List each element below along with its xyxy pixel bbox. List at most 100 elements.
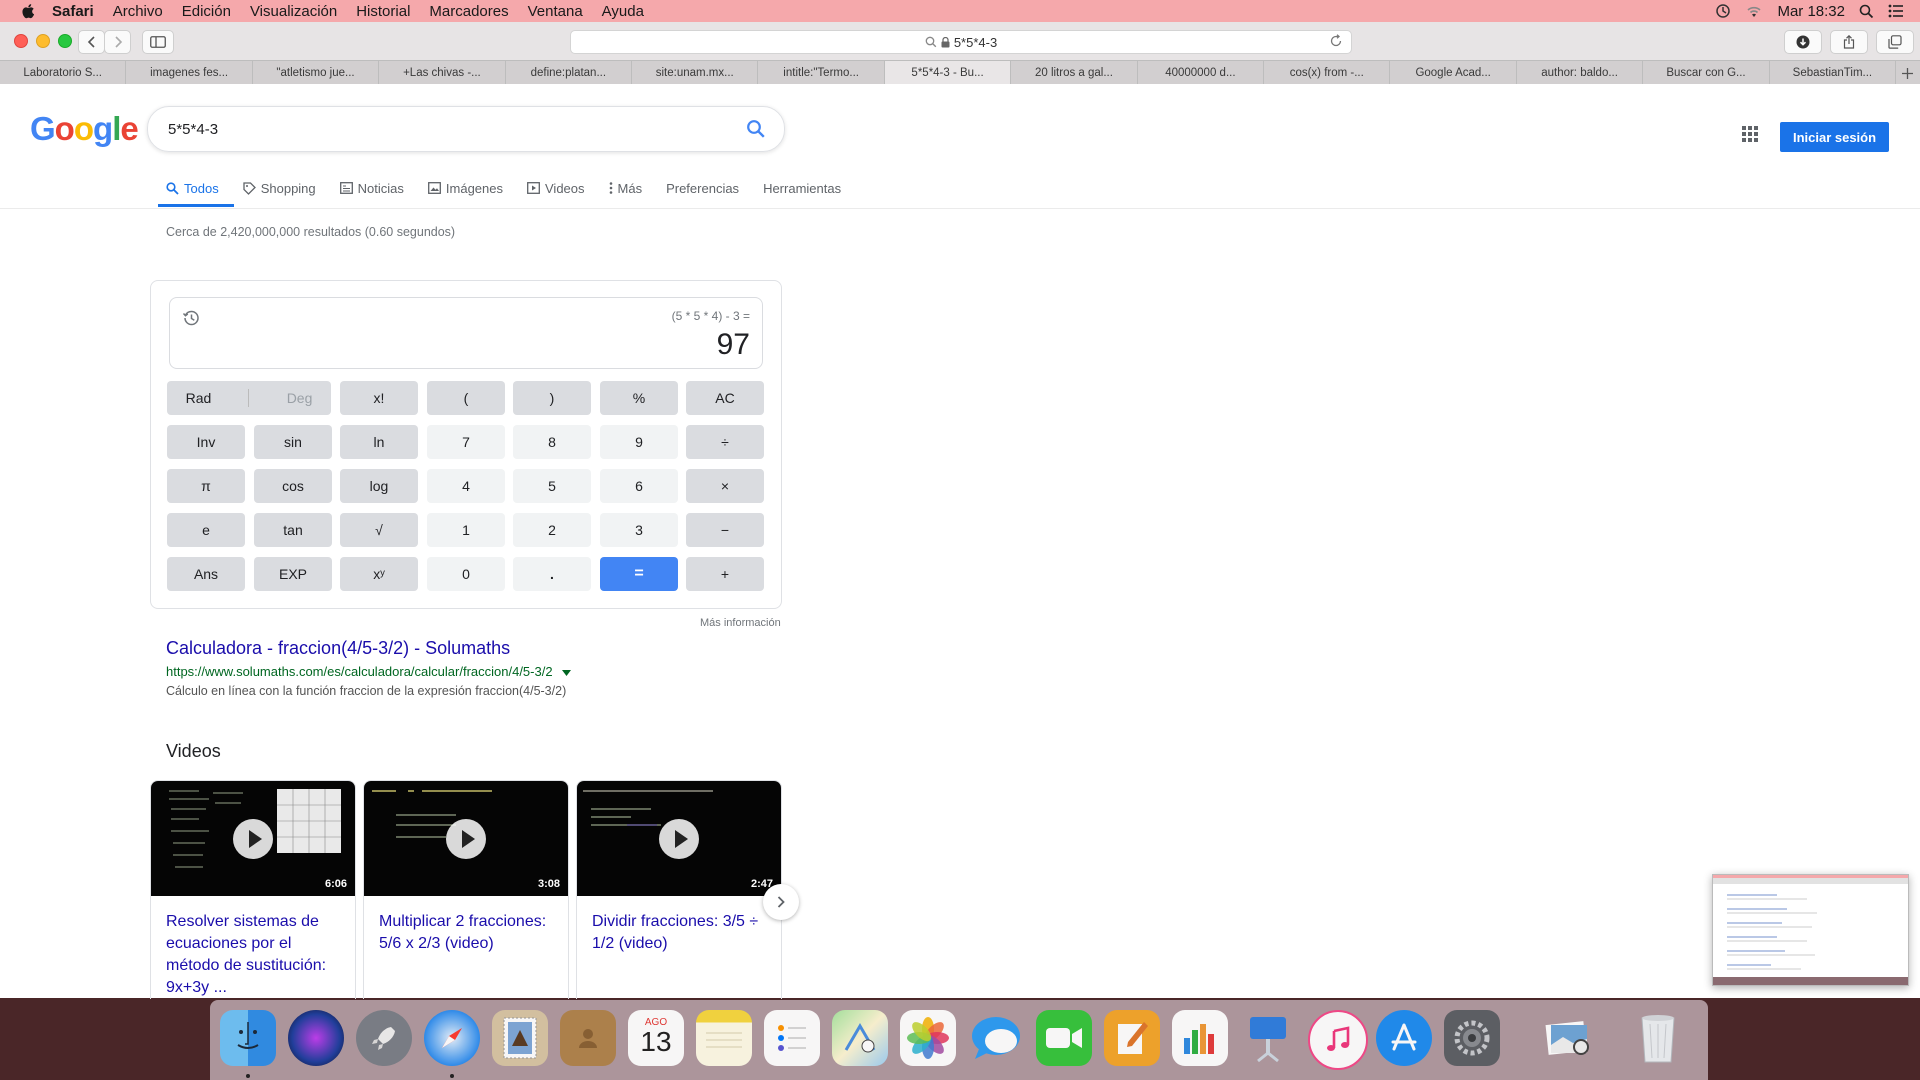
history-icon[interactable] (181, 308, 201, 328)
menu-ventana[interactable]: Ventana (528, 3, 583, 20)
search-box[interactable]: 5*5*4-3 (147, 106, 785, 152)
tab-preferencias[interactable]: Preferencias (666, 176, 739, 200)
key-all-clear[interactable]: AC (686, 381, 764, 415)
play-button-icon[interactable] (233, 819, 273, 859)
tab-noticias[interactable]: Noticias (339, 176, 404, 200)
app-store-icon[interactable] (1376, 1010, 1432, 1066)
apps-grid-icon[interactable] (1742, 126, 1758, 142)
numbers-icon[interactable] (1172, 1010, 1228, 1066)
browser-tab[interactable]: "atletismo jue... (253, 61, 380, 85)
key-cos[interactable]: cos (254, 469, 332, 503)
finder-icon[interactable] (220, 1010, 276, 1066)
calendar-icon[interactable]: AGO 13 (628, 1010, 684, 1066)
deg-option[interactable]: Deg (287, 390, 313, 406)
downloads-button[interactable] (1784, 30, 1822, 54)
tab-videos[interactable]: Videos (527, 176, 585, 200)
facetime-icon[interactable] (1036, 1010, 1092, 1066)
key-tan[interactable]: tan (254, 513, 332, 547)
key-ln[interactable]: ln (340, 425, 418, 459)
key-log[interactable]: log (340, 469, 418, 503)
key-sqrt[interactable]: √ (340, 513, 418, 547)
key-decimal[interactable]: . (513, 557, 591, 591)
key-sin[interactable]: sin (254, 425, 332, 459)
key-open-paren[interactable]: ( (427, 381, 505, 415)
browser-tab[interactable]: define:platan... (506, 61, 633, 85)
search-input[interactable]: 5*5*4-3 (168, 121, 218, 138)
key-2[interactable]: 2 (513, 513, 591, 547)
browser-tab[interactable]: 40000000 d... (1138, 61, 1265, 85)
messages-icon[interactable] (968, 1010, 1024, 1066)
browser-tab[interactable]: imagenes fes... (126, 61, 253, 85)
key-8[interactable]: 8 (513, 425, 591, 459)
key-pi[interactable]: π (167, 469, 245, 503)
tab-herramientas[interactable]: Herramientas (763, 176, 841, 200)
video-thumbnail[interactable]: 2:47 (577, 781, 781, 896)
tab-shopping[interactable]: Shopping (243, 176, 316, 200)
reminders-icon[interactable] (764, 1010, 820, 1066)
key-multiply[interactable]: × (686, 469, 764, 503)
notification-center-icon[interactable] (1888, 4, 1904, 18)
pages-icon[interactable] (1104, 1010, 1160, 1066)
key-0[interactable]: 0 (427, 557, 505, 591)
keynote-icon[interactable] (1240, 1010, 1296, 1066)
browser-tab[interactable]: intitle:"Termo... (758, 61, 885, 85)
google-logo[interactable]: Google (30, 110, 139, 148)
sidebar-toggle-button[interactable] (142, 30, 174, 54)
carousel-next-button[interactable] (763, 884, 799, 920)
notes-icon[interactable] (696, 1010, 752, 1066)
key-equals[interactable]: = (600, 557, 678, 591)
browser-tab[interactable]: Google Acad... (1390, 61, 1517, 85)
play-button-icon[interactable] (659, 819, 699, 859)
menu-visualizacion[interactable]: Visualización (250, 3, 337, 20)
tab-todos[interactable]: Todos (166, 176, 219, 200)
minimize-window-button[interactable] (36, 34, 50, 48)
safari-icon[interactable] (424, 1010, 480, 1066)
video-thumbnail[interactable]: 6:06 (151, 781, 355, 896)
launchpad-icon[interactable] (356, 1010, 412, 1066)
sign-in-button[interactable]: Iniciar sesión (1780, 122, 1889, 152)
search-icon[interactable] (746, 119, 766, 139)
video-thumbnail[interactable]: 3:08 (364, 781, 568, 896)
browser-tab[interactable]: Laboratorio S... (0, 61, 127, 85)
browser-tab[interactable]: +Las chivas -... (379, 61, 506, 85)
menu-archivo[interactable]: Archivo (113, 3, 163, 20)
video-title[interactable]: Dividir fracciones: 3/5 ÷ 1/2 (video) (592, 911, 770, 955)
contacts-icon[interactable] (560, 1010, 616, 1066)
caret-down-icon[interactable] (562, 670, 572, 676)
menubar-clock[interactable]: Mar 18:32 (1777, 3, 1845, 20)
menu-safari[interactable]: Safari (52, 3, 94, 20)
key-1[interactable]: 1 (427, 513, 505, 547)
key-divide[interactable]: ÷ (686, 425, 764, 459)
key-percent[interactable]: % (600, 381, 678, 415)
tab-mas[interactable]: Más (609, 176, 642, 200)
key-3[interactable]: 3 (600, 513, 678, 547)
play-button-icon[interactable] (446, 819, 486, 859)
key-9[interactable]: 9 (600, 425, 678, 459)
preview-app-icon[interactable] (1540, 1010, 1596, 1066)
key-minus[interactable]: − (686, 513, 764, 547)
rad-deg-toggle[interactable]: Rad Deg (167, 381, 331, 415)
key-power[interactable]: xʸ (340, 557, 418, 591)
close-window-button[interactable] (14, 34, 28, 48)
result-title-link[interactable]: Calculadora - fraccion(4/5-3/2) - Soluma… (166, 638, 510, 659)
browser-tab[interactable]: cos(x) from -... (1264, 61, 1391, 85)
zoom-window-button[interactable] (58, 34, 72, 48)
browser-tab[interactable]: SebastianTim... (1770, 61, 1897, 85)
wifi-icon[interactable] (1745, 4, 1763, 18)
new-tab-button[interactable] (1896, 61, 1920, 85)
back-button[interactable] (78, 30, 105, 54)
tab-overview-button[interactable] (1876, 30, 1914, 54)
key-5[interactable]: 5 (513, 469, 591, 503)
tab-imagenes[interactable]: Imágenes (427, 176, 503, 200)
photos-icon[interactable] (900, 1010, 956, 1066)
rad-option[interactable]: Rad (186, 390, 212, 406)
menu-ayuda[interactable]: Ayuda (602, 3, 644, 20)
menu-historial[interactable]: Historial (356, 3, 410, 20)
video-card[interactable]: 6:06 Resolver sistemas de ecuaciones por… (150, 780, 356, 999)
share-button[interactable] (1830, 30, 1868, 54)
browser-tab[interactable]: 20 litros a gal... (1011, 61, 1138, 85)
key-e[interactable]: e (167, 513, 245, 547)
menu-edicion[interactable]: Edición (182, 3, 231, 20)
browser-tab-active[interactable]: 5*5*4-3 - Bu... (884, 61, 1012, 85)
mail-icon[interactable] (492, 1010, 548, 1066)
